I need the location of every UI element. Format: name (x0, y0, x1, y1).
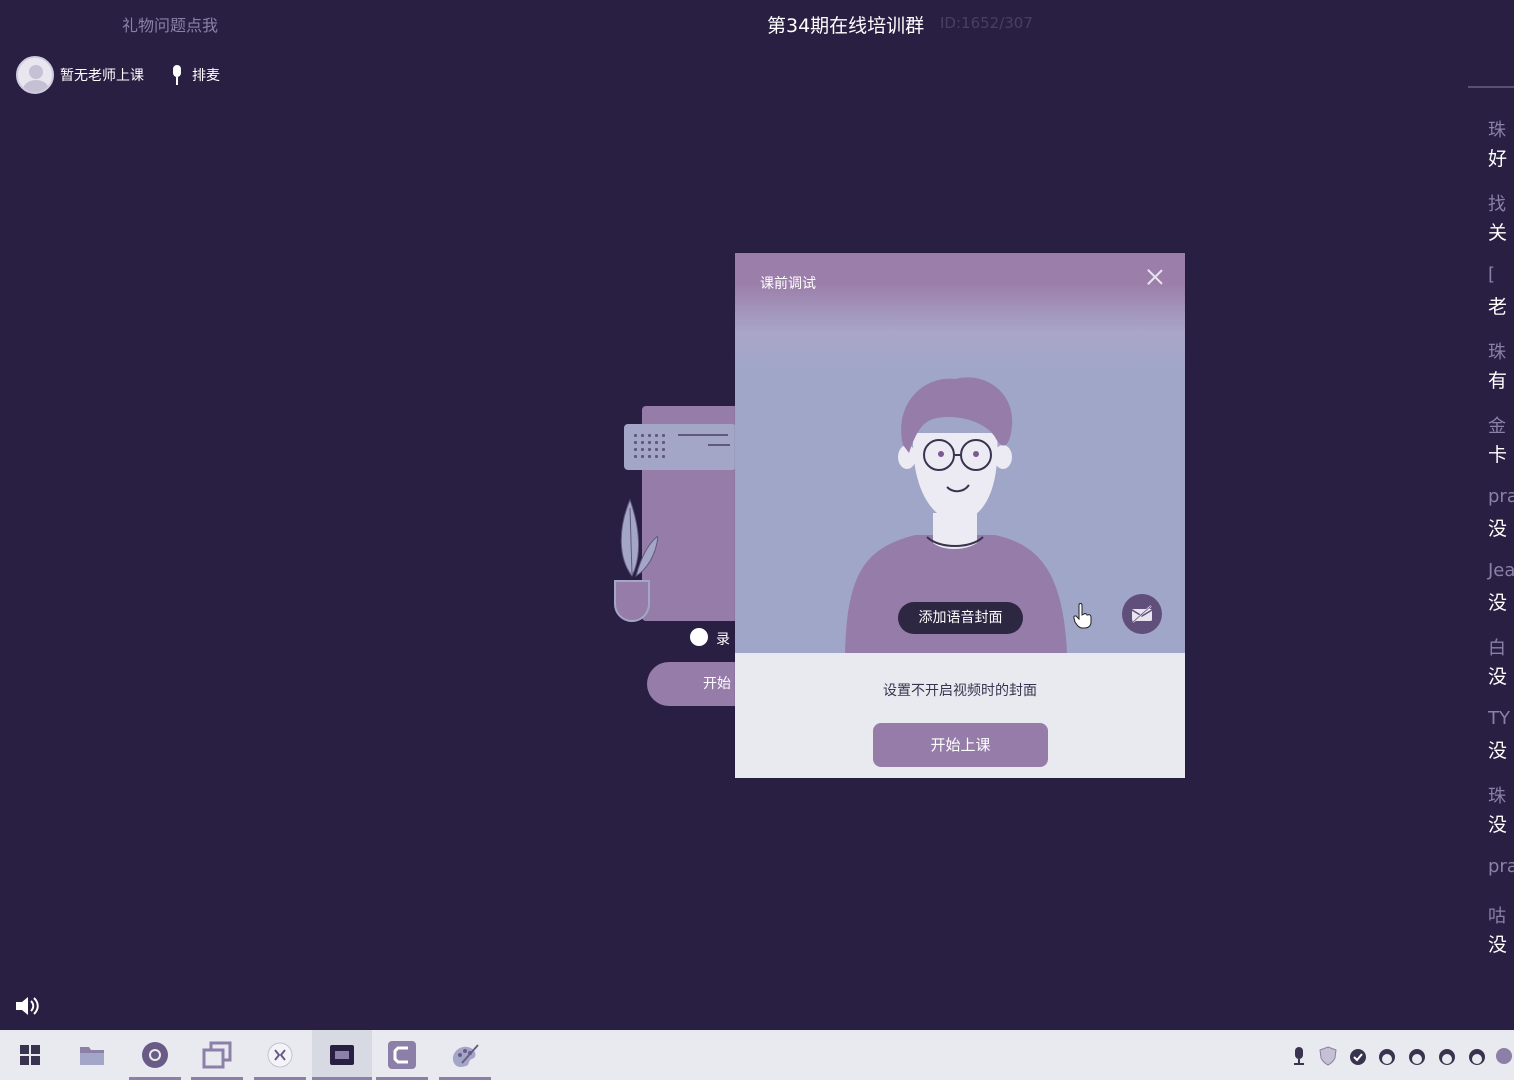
room-id: ID:1652/307 (940, 14, 1033, 32)
penguin-tray-icon[interactable] (1437, 1046, 1457, 1066)
chat-text: 老 (1488, 296, 1508, 318)
chat-sender: 珠 (1488, 120, 1506, 141)
chat-sender: 珠 (1488, 786, 1506, 807)
mic-tray-icon[interactable] (1289, 1046, 1309, 1066)
room-title: 第34期在线培训群 (767, 15, 925, 37)
chat-sender: 珠 (1488, 342, 1506, 363)
start-class-button[interactable]: 开始上课 (873, 723, 1048, 767)
chat-message: 咕 没 (1488, 902, 1507, 956)
chat-message: TY 没 (1488, 708, 1510, 763)
chat-message: 珠 好 (1488, 116, 1507, 171)
capture-app-icon (388, 1041, 416, 1069)
chat-sender: Jea (1488, 560, 1514, 581)
hand-cursor-icon (1073, 603, 1092, 629)
chat-message: 珠 没 (1488, 782, 1507, 837)
chat-sender: [ (1488, 264, 1496, 285)
chat-message: Jea 没 (1488, 560, 1514, 615)
taskbar (0, 1030, 1514, 1080)
chat-sender: pra (1488, 856, 1514, 877)
background-illustration: 录 开始 (610, 400, 777, 720)
taskbar-capture-app[interactable] (376, 1030, 428, 1080)
avatar[interactable] (16, 56, 54, 94)
shield-tray-icon[interactable] (1318, 1046, 1338, 1066)
mic-icon (172, 65, 182, 85)
windows-stack-icon (202, 1041, 232, 1069)
taskbar-paint-app[interactable] (439, 1030, 491, 1080)
chat-sender: 金 (1488, 416, 1506, 437)
chat-panel: 珠 好 找 关 [ 老 珠 有 金 卡 pra 没 Jea 没 白 没 TY 没… (1468, 86, 1514, 956)
chat-message: 金 卡 (1488, 412, 1507, 467)
camera-off-button[interactable] (1122, 594, 1162, 634)
dialog-footer: 设置不开启视频时的封面 开始上课 (735, 653, 1185, 778)
taskbar-file-explorer[interactable] (66, 1030, 118, 1080)
folder-icon (80, 1047, 104, 1065)
projector-illustration (624, 424, 736, 470)
chat-message: 找 关 (1488, 190, 1507, 245)
speaker-icon[interactable] (14, 995, 40, 1017)
chat-message: 珠 有 (1488, 338, 1507, 393)
security-tray-icon[interactable] (1348, 1046, 1368, 1066)
taskbar-window-manager[interactable] (191, 1030, 243, 1080)
penguin-tray-icon[interactable] (1407, 1046, 1427, 1066)
penguin-tray-icon[interactable] (1467, 1046, 1487, 1066)
taskbar-chat-app[interactable] (254, 1030, 306, 1080)
teacher-status: 暂无老师上课 (60, 68, 144, 84)
queue-mic-label: 排麦 (192, 68, 220, 84)
chat-text: 没 (1488, 666, 1508, 688)
pre-class-debug-dialog: 课前调试 添加语音封面 设置不开启视频时的封面 开始上课 (735, 253, 1185, 778)
camera-off-icon (1131, 605, 1153, 623)
close-icon[interactable] (1147, 269, 1163, 285)
record-radio[interactable] (690, 628, 708, 646)
chat-sender: pra (1488, 486, 1514, 507)
camera-preview: 课前调试 添加语音封面 (735, 253, 1185, 653)
teacher-bar: 暂无老师上课 排麦 (16, 56, 220, 94)
start-menu-button[interactable] (4, 1030, 56, 1080)
add-voice-cover-button[interactable]: 添加语音封面 (898, 602, 1023, 634)
plant-icon (620, 498, 658, 578)
chat-divider (1468, 86, 1514, 88)
network-tray-icon[interactable] (1494, 1046, 1514, 1066)
gift-help-link[interactable]: 礼物问题点我 (122, 12, 218, 36)
dialog-title: 课前调试 (760, 276, 816, 292)
chat-text: 好 (1488, 148, 1508, 170)
chat-message: [ 老 (1488, 264, 1507, 319)
windows-icon (20, 1045, 40, 1065)
browser-icon (142, 1042, 168, 1068)
chat-text: 没 (1488, 518, 1508, 540)
chat-message: pra 没 (1488, 486, 1514, 541)
pot-illustration (614, 580, 650, 622)
chat-sender: TY (1488, 708, 1510, 729)
chat-sender: 白 (1488, 638, 1506, 659)
chat-message: 白 没 (1488, 634, 1507, 689)
chat-text: 没 (1488, 934, 1508, 956)
penguin-tray-icon[interactable] (1377, 1046, 1397, 1066)
record-radio-label: 录 (716, 632, 730, 648)
paint-palette-icon (452, 1044, 479, 1067)
chat-text: 没 (1488, 814, 1508, 836)
chat-text: 没 (1488, 592, 1508, 614)
classroom-app-icon (330, 1045, 354, 1065)
chat-text: 卡 (1488, 444, 1508, 466)
taskbar-classroom-app[interactable] (312, 1030, 372, 1080)
cover-hint-text: 设置不开启视频时的封面 (883, 683, 1037, 699)
chat-text: 没 (1488, 740, 1508, 762)
chat-text: 关 (1488, 222, 1508, 244)
queue-mic-button[interactable]: 排麦 (172, 65, 220, 85)
taskbar-browser[interactable] (129, 1030, 181, 1080)
chat-text: 有 (1488, 370, 1508, 392)
chat-sender: 咕 (1488, 906, 1506, 927)
chat-message: pra (1488, 856, 1514, 884)
chat-sender: 找 (1488, 194, 1506, 215)
chat-app-icon (267, 1042, 293, 1068)
